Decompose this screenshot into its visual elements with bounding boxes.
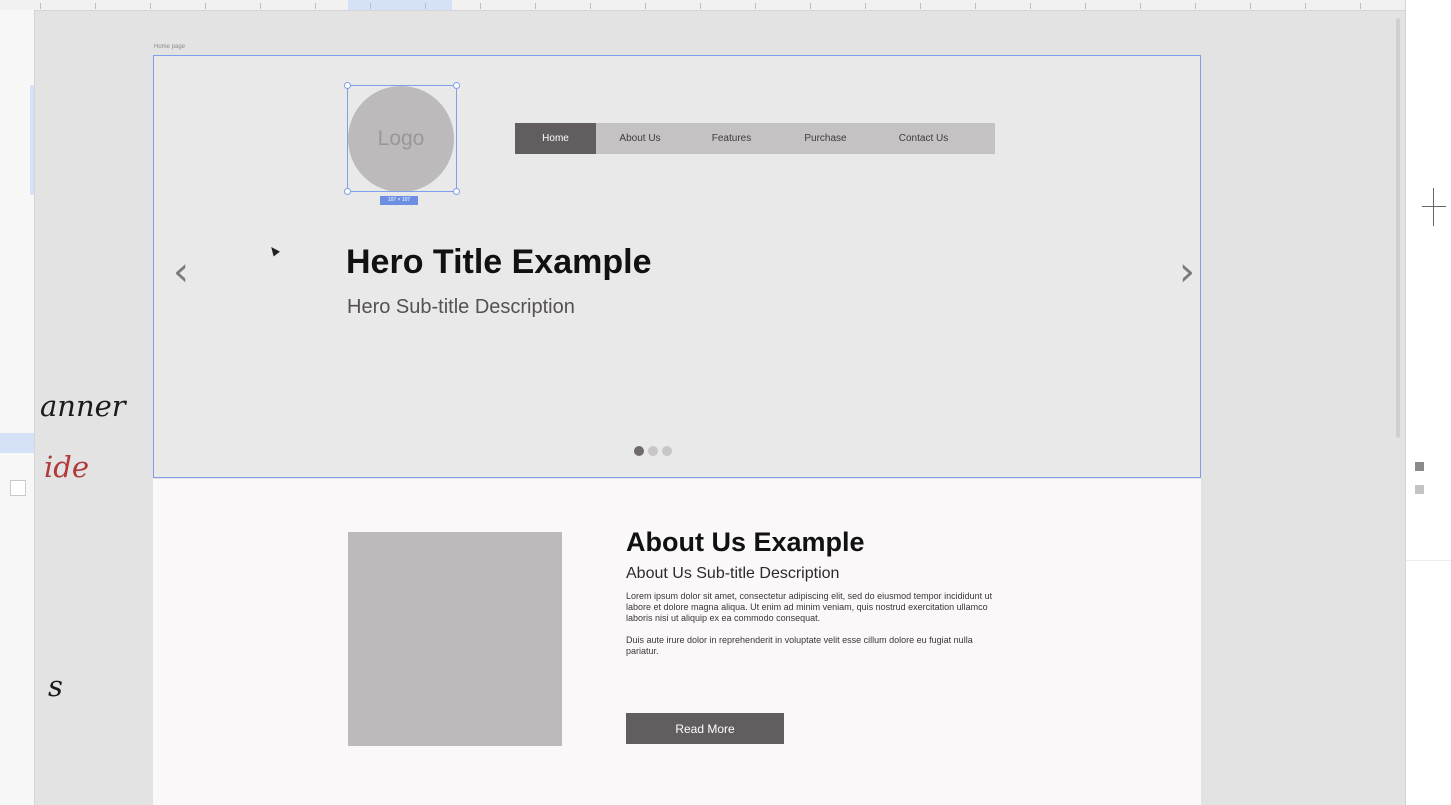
- ruler-tick: [370, 3, 371, 9]
- ruler-tick: [1085, 3, 1086, 9]
- ruler-tick: [480, 3, 481, 9]
- ruler-tick: [975, 3, 976, 9]
- ruler-selection-highlight: [30, 85, 34, 195]
- ruler-tick: [1250, 3, 1251, 9]
- constraint-line: [1422, 206, 1446, 207]
- ruler-tick: [315, 3, 316, 9]
- carousel-dot[interactable]: [648, 446, 658, 456]
- annotation-banner: anner: [40, 389, 126, 423]
- annotation-s: s: [48, 669, 63, 703]
- canvas-scrollbar[interactable]: [1396, 18, 1400, 438]
- ruler-tick: [755, 3, 756, 9]
- resize-handle[interactable]: [344, 188, 351, 195]
- nav-item-contact[interactable]: Contact Us: [872, 123, 975, 154]
- ruler-tick: [150, 3, 151, 9]
- about-title[interactable]: About Us Example: [626, 527, 865, 558]
- annotation-slide: ide: [44, 450, 90, 484]
- nav-item-about[interactable]: About Us: [596, 123, 684, 154]
- ruler-tick: [95, 3, 96, 9]
- ruler-tick: [425, 3, 426, 9]
- selection-frame[interactable]: [344, 82, 460, 195]
- ruler-tick: [865, 3, 866, 9]
- divider: [1406, 560, 1451, 561]
- ruler-tick: [700, 3, 701, 9]
- nav-item-home[interactable]: Home: [515, 123, 596, 154]
- ruler-tick: [1030, 3, 1031, 9]
- selection-size-badge: 107 × 107: [380, 196, 418, 205]
- ruler-tick: [810, 3, 811, 9]
- chevron-right-icon[interactable]: ›: [1179, 252, 1195, 292]
- ruler-tick: [920, 3, 921, 9]
- nav-item-features[interactable]: Features: [684, 123, 779, 154]
- design-panel: [1396, 0, 1451, 805]
- constraint-line: [1433, 188, 1434, 226]
- ruler-tick: [1305, 3, 1306, 9]
- ruler-tick: [1195, 3, 1196, 9]
- color-swatch[interactable]: [1415, 462, 1424, 471]
- vertical-ruler: [0, 10, 35, 805]
- about-paragraph[interactable]: Duis aute irure dolor in reprehenderit i…: [626, 635, 1001, 657]
- ruler-tick: [645, 3, 646, 9]
- ruler-marker[interactable]: [10, 480, 26, 496]
- image-placeholder[interactable]: [348, 532, 562, 746]
- mouse-cursor-icon: [268, 244, 280, 257]
- horizontal-ruler: [0, 0, 1405, 11]
- hero-title[interactable]: Hero Title Example: [346, 243, 652, 282]
- ruler-tick: [260, 3, 261, 9]
- ruler-tick: [535, 3, 536, 9]
- resize-handle[interactable]: [453, 82, 460, 89]
- ruler-tick: [1140, 3, 1141, 9]
- color-swatch[interactable]: [1415, 485, 1424, 494]
- carousel-dots: [634, 446, 672, 456]
- about-body: Lorem ipsum dolor sit amet, consectetur …: [626, 591, 1001, 668]
- ruler-tick: [40, 3, 41, 9]
- nav-item-purchase[interactable]: Purchase: [779, 123, 872, 154]
- read-more-button[interactable]: Read More: [626, 713, 784, 744]
- constraints-widget[interactable]: [1422, 188, 1446, 226]
- ruler-tick: [205, 3, 206, 9]
- ruler-tick: [1360, 3, 1361, 9]
- ruler-selection-highlight: [348, 0, 452, 10]
- nav-bar: Home About Us Features Purchase Contact …: [515, 123, 995, 154]
- hero-subtitle[interactable]: Hero Sub-title Description: [347, 296, 575, 319]
- artboard-label[interactable]: Home page: [154, 44, 185, 50]
- ruler-selection-highlight: [0, 433, 34, 453]
- carousel-dot[interactable]: [662, 446, 672, 456]
- about-section[interactable]: About Us Example About Us Sub-title Desc…: [153, 479, 1201, 805]
- resize-handle[interactable]: [453, 188, 460, 195]
- ruler-tick: [590, 3, 591, 9]
- chevron-left-icon[interactable]: ‹: [173, 252, 189, 292]
- hero-banner[interactable]: Logo 107 × 107 Home About Us Features Pu…: [153, 55, 1201, 478]
- resize-handle[interactable]: [344, 82, 351, 89]
- about-paragraph[interactable]: Lorem ipsum dolor sit amet, consectetur …: [626, 591, 1001, 624]
- carousel-dot[interactable]: [634, 446, 644, 456]
- about-subtitle[interactable]: About Us Sub-title Description: [626, 565, 839, 583]
